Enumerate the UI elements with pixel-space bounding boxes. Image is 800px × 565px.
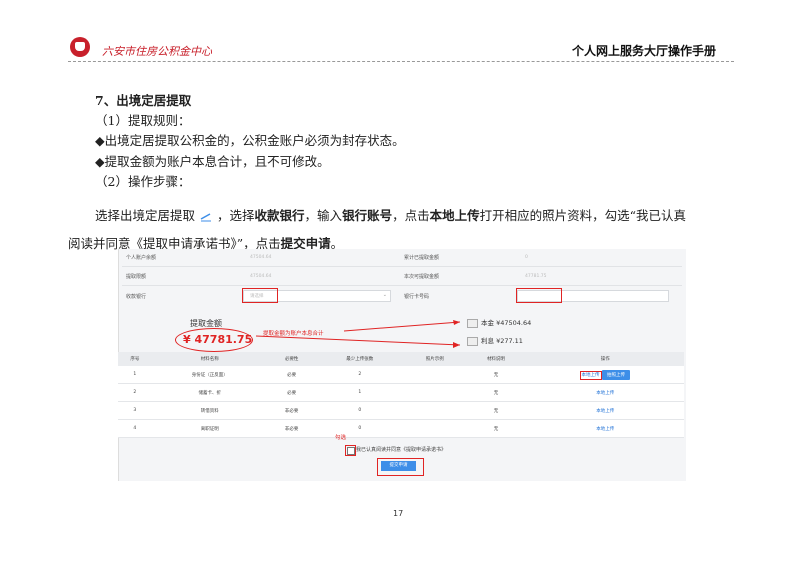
field-withdrawn-label: 累计已提取金额 [404,255,440,261]
table-row: 2 储蓄卡、折 必要 1 无 本地上传 [118,383,684,402]
field-available-value: 47781.75 [525,274,547,279]
edit-pen-icon [200,212,212,221]
amount-highlight [175,328,253,352]
header-divider [68,61,734,62]
image-placeholder-icon [467,336,478,346]
card-number-label: 银行卡号码 [404,294,430,300]
local-upload-button[interactable]: 本地上传 [579,370,602,380]
col-op: 操作 [526,352,684,366]
table-row: 4 离职证明 非必要 0 无 本地上传 [118,419,684,438]
page-number: 17 [393,509,404,518]
card-number-highlight [516,288,562,303]
field-balance-label: 个人账户余额 [126,255,157,261]
annotation-arrows [255,320,461,348]
col-desc: 材料说明 [465,352,527,366]
col-min: 最少上传张数 [315,352,405,366]
step-paragraph-line1: 选择出境定居提取 ，选择收款银行，输入银行账号，点击本地上传打开相应的照片资料，勾… [95,208,687,223]
annotation-check: 勾选 [335,435,347,441]
local-upload-button[interactable]: 本地上传 [596,409,614,414]
interest-row: 利息 ¥277.11 [467,335,523,346]
rule-1: ◆出境定居提取公积金的，公积金账户必须为封存状态。 [95,133,405,148]
field-limit-label: 提取限额 [126,274,147,280]
manual-title: 个人网上服务大厅操作手册 [571,44,716,58]
field-withdrawn-value: 0 [525,255,528,260]
checkbox-highlight [345,445,356,456]
materials-table: 序号 材料名称 必要性 最少上传张数 照片示例 材料说明 操作 1 身份证（正反… [118,352,684,438]
photo-upload-button[interactable]: 拍照上传 [601,369,630,380]
rules-title: （1）提取规则： [95,113,191,128]
steps-title: （2）操作步骤： [95,174,191,189]
field-balance-value: 47504.64 [250,255,272,260]
principal-row: 本金 ¥47504.64 [467,317,531,328]
org-name: 六安市住房公积金中心 [102,45,212,58]
rule-2: ◆提取金额为账户本息合计，且不可修改。 [95,154,330,169]
local-upload-button[interactable]: 本地上传 [596,427,614,432]
col-name: 材料名称 [151,352,268,366]
bank-highlight [242,288,278,303]
table-row: 1 身份证（正反面） 必要 2 无 本地上传 拍照上传 [118,366,684,384]
table-row: 3 转借资料 非必要 0 无 本地上传 [118,401,684,420]
field-limit-value: 47504.64 [250,274,272,279]
col-no: 序号 [118,352,152,366]
local-upload-button[interactable]: 本地上传 [596,391,614,396]
dropdown-chevron-icon: ⌄ [382,292,387,298]
image-placeholder-icon [467,318,478,328]
col-need: 必要性 [267,352,316,366]
bank-label: 收款银行 [126,294,147,300]
section-title: 7、出境定居提取 [95,93,192,108]
agree-text[interactable]: 我已认真阅读并同意《提取申请承诺书》 [356,446,446,453]
col-example: 照片示例 [404,352,466,366]
field-available-label: 本次可提取金额 [404,274,440,280]
logo-icon [70,37,90,57]
submit-highlight [377,458,424,476]
